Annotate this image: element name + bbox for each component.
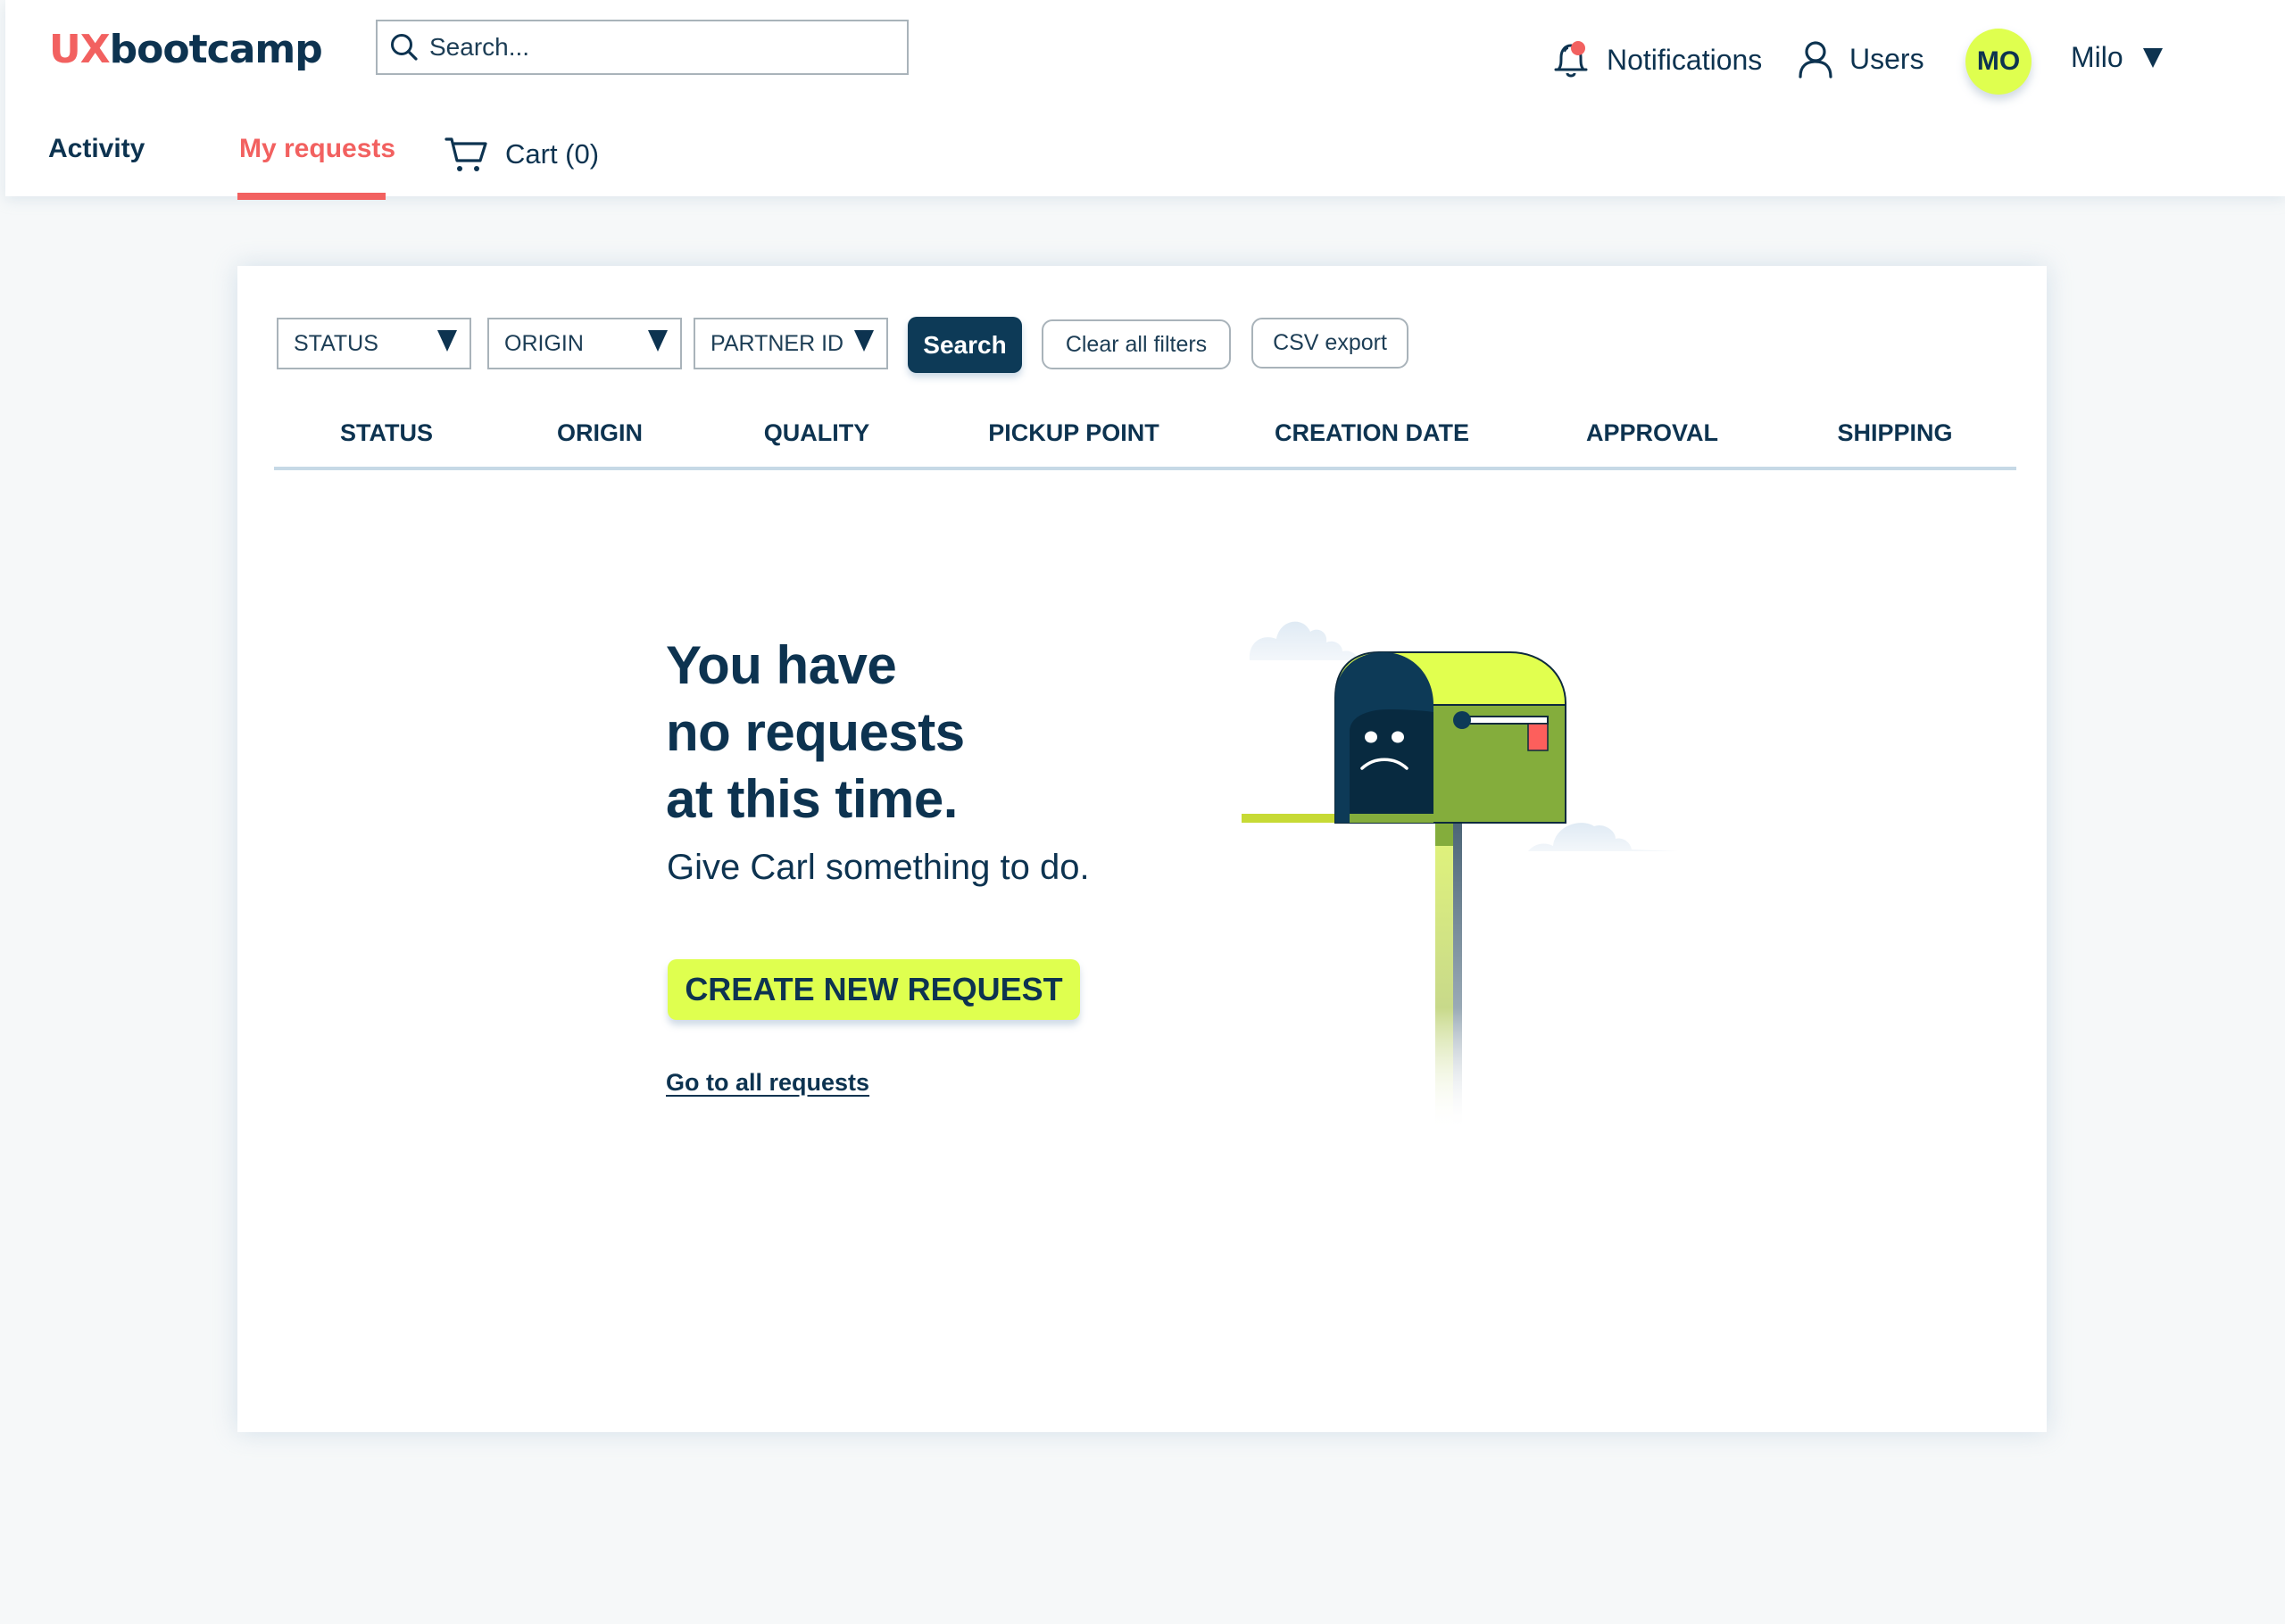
cloud-icon [1249, 621, 1359, 660]
sad-mailbox-icon [1242, 621, 1678, 1131]
origin-filter-label: ORIGIN [504, 330, 584, 356]
active-tab-indicator [237, 193, 386, 200]
status-filter-label: STATUS [294, 330, 378, 356]
csv-export-button[interactable]: CSV export [1251, 318, 1408, 369]
column-header-origin[interactable]: ORIGIN [557, 419, 643, 447]
column-header-approval[interactable]: APPROVAL [1586, 419, 1718, 447]
search-icon [391, 34, 418, 61]
empty-state-subtitle: Give Carl something to do. [667, 848, 1090, 887]
tab-my-requests[interactable]: My requests [239, 134, 395, 164]
cart-icon [445, 137, 487, 171]
logo[interactable]: UXbootcamp [49, 27, 323, 72]
caret-down-icon [437, 330, 457, 352]
unread-badge [1571, 41, 1585, 55]
column-header-quality[interactable]: QUALITY [764, 419, 870, 447]
partner-id-filter-select[interactable]: PARTNER ID [694, 318, 888, 369]
caret-down-icon [648, 330, 668, 352]
create-new-request-button[interactable]: CREATE NEW REQUEST [668, 959, 1080, 1020]
bell-icon [1554, 41, 1588, 78]
top-header: UXbootcamp Activity My requests Cart (0)… [5, 0, 2285, 200]
partner-id-filter-label: PARTNER ID [710, 330, 844, 356]
users-link[interactable]: Users [1796, 39, 1924, 79]
requests-panel: STATUS ORIGIN PARTNER ID Search Clear al… [237, 266, 2047, 1432]
avatar[interactable]: MO [1965, 29, 2032, 95]
caret-down-icon [854, 330, 874, 352]
account-name: Milo [2071, 41, 2123, 73]
notifications-link[interactable]: Notifications [1551, 39, 1762, 80]
users-label: Users [1849, 42, 1924, 75]
user-icon [1799, 41, 1832, 79]
go-to-all-requests-link[interactable]: Go to all requests [666, 1069, 869, 1097]
table-header: STATUS ORIGIN QUALITY PICKUP POINT CREAT… [274, 419, 2016, 469]
clear-filters-button[interactable]: Clear all filters [1042, 319, 1231, 369]
status-filter-select[interactable]: STATUS [277, 318, 471, 369]
empty-state-headline: You have no requests at this time. [666, 635, 965, 829]
origin-filter-select[interactable]: ORIGIN [487, 318, 682, 369]
column-header-shipping[interactable]: SHIPPING [1837, 419, 1952, 447]
cloud-icon [1528, 823, 1678, 851]
notifications-label: Notifications [1607, 43, 1763, 76]
search-button[interactable]: Search [908, 317, 1022, 373]
cart-link[interactable]: Cart (0) [445, 136, 599, 173]
account-menu[interactable]: Milo [2071, 41, 2163, 74]
search-input[interactable] [429, 33, 893, 62]
tab-activity[interactable]: Activity [48, 134, 145, 164]
column-header-creation-date[interactable]: CREATION DATE [1275, 419, 1469, 447]
column-header-pickup-point[interactable]: PICKUP POINT [988, 419, 1159, 447]
column-header-status[interactable]: STATUS [340, 419, 433, 447]
global-search[interactable] [376, 20, 909, 75]
caret-down-icon [2142, 47, 2163, 68]
cart-label: Cart (0) [505, 138, 600, 170]
table-header-divider [274, 467, 2016, 470]
